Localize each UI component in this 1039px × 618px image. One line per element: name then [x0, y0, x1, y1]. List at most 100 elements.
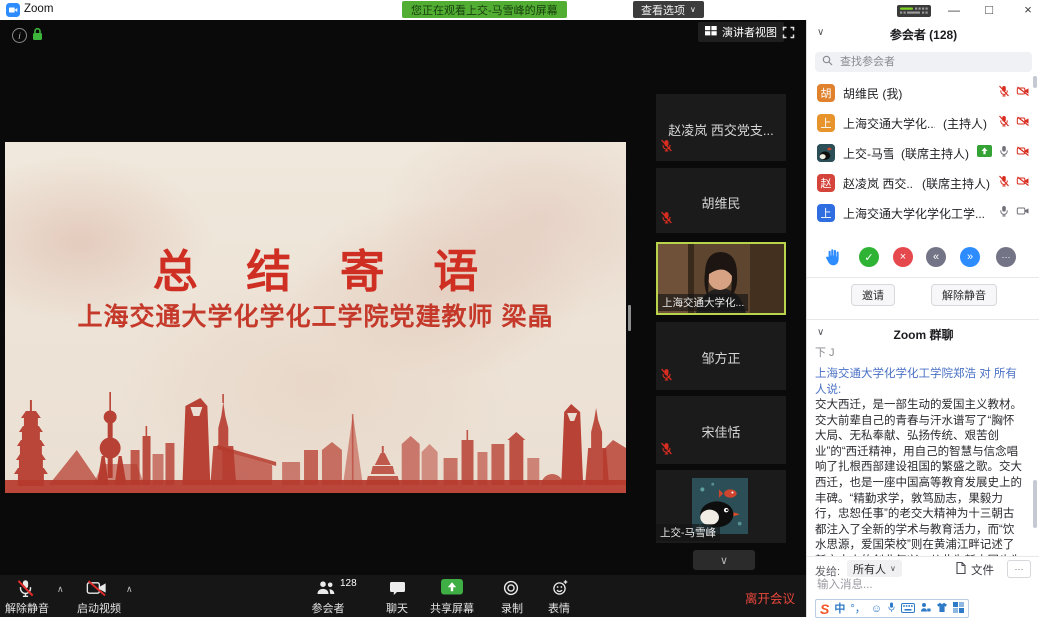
file-button[interactable]: 文件 [971, 562, 994, 578]
ime-punctuation-toggle[interactable]: °， [850, 603, 865, 615]
temple [366, 446, 400, 485]
participant-search[interactable] [815, 52, 1032, 72]
sharing-banner: 您正在观看上交-马雪峰的屏幕 [402, 1, 567, 18]
participant-row[interactable]: 胡 胡维民 (我) [807, 78, 1039, 108]
video-tile[interactable]: 胡维民 [656, 168, 786, 233]
faster-reaction-icon[interactable]: » [960, 247, 980, 267]
meeting-toolbar: 解除静音 ∧ 启动视频 ∧ 128 参会者 聊天 共享屏幕 录制 表情 离开会议 [0, 575, 806, 617]
ime-toolbox-icon[interactable] [920, 600, 931, 618]
ime-keyboard-icon[interactable] [901, 600, 915, 618]
tile-participant-name: 宋佳恬 [656, 422, 786, 441]
chat-message-input[interactable] [815, 578, 1019, 592]
city-skyline-graphic [5, 388, 626, 493]
divider [807, 319, 1039, 320]
ime-mode-toggle[interactable]: 中 [834, 603, 845, 615]
participant-row[interactable]: 上交-马雪... (联席主持人) [807, 138, 1039, 168]
chat-label[interactable]: 聊天 [384, 600, 410, 616]
participant-row[interactable]: 上 上海交通大学化... (主持人) [807, 108, 1039, 138]
grid-view-icon [705, 26, 717, 39]
yes-reaction-icon[interactable]: ✓ [859, 247, 879, 267]
chat-more-button[interactable]: ··· [1007, 560, 1031, 578]
record-icon[interactable] [503, 580, 519, 601]
invite-button[interactable]: 邀请 [851, 284, 895, 306]
reactions-label[interactable]: 表情 [546, 600, 572, 616]
chat-scrollbar[interactable] [1033, 480, 1037, 528]
tile-participant-name: 胡维民 [656, 193, 786, 212]
chevron-down-icon: ∨ [720, 554, 728, 567]
start-video-icon[interactable] [86, 580, 107, 601]
participant-row[interactable]: 赵 赵凌岚 西交... (联席主持人) [807, 168, 1039, 198]
minimize-button[interactable]: — [942, 1, 966, 19]
active-speaker-tile[interactable]: 上海交通大学化... [656, 242, 786, 315]
view-options-label: 查看选项 [641, 2, 685, 18]
video-tile[interactable]: 赵凌岚 西交党支... [656, 94, 786, 161]
chat-message: 交大西迁，是一部生动的爱国主义教材。交大前辈自己的青春与汗水谱写了“胸怀大局、无… [815, 398, 1023, 556]
participants-icon[interactable] [316, 580, 336, 601]
camera-on-icon [1016, 204, 1030, 222]
search-icon [822, 53, 833, 71]
avatar: 上 [817, 204, 835, 222]
record-label[interactable]: 录制 [499, 600, 525, 616]
mic-options-chevron-icon[interactable]: ∧ [57, 584, 64, 595]
slower-reaction-icon[interactable]: « [926, 247, 946, 267]
share-screen-label[interactable]: 共享屏幕 [429, 600, 475, 616]
chevron-down-icon: ∨ [690, 5, 696, 14]
slide-title: 总 结 寄 语 [5, 235, 626, 300]
video-options-chevron-icon[interactable]: ∧ [126, 584, 133, 595]
participant-name: 赵凌岚 西交... [843, 175, 914, 192]
no-reaction-icon[interactable]: × [893, 247, 913, 267]
unmute-all-button[interactable]: 解除静音 [931, 284, 997, 306]
participant-row[interactable]: 上 上海交通大学化学化工学... [807, 198, 1039, 228]
collapse-tiles-button[interactable]: ∨ [693, 550, 755, 570]
panel-resize-handle[interactable] [628, 305, 631, 331]
pagoda [14, 400, 48, 486]
sogou-logo-icon[interactable]: S [820, 602, 829, 616]
ime-voice-icon[interactable] [887, 600, 896, 618]
chat-messages[interactable]: 下 J 上海交通大学化学化工学院郑浩 对 所有人说: 交大西迁，是一部生动的爱国… [815, 344, 1023, 556]
participant-name: 上海交通大学化学化工学... [843, 205, 985, 222]
side-panel: ∨ 参会者 (128) 胡 胡维民 (我) 上 上海交通大学化... (主持人)… [806, 20, 1039, 617]
mic-on-icon [998, 204, 1010, 222]
tile-participant-name: 赵凌岚 西交党支... [656, 120, 786, 139]
send-to-select[interactable]: 所有人 ∨ [847, 560, 902, 577]
video-tile[interactable]: 宋佳恬 [656, 396, 786, 464]
camera-off-icon [1016, 84, 1030, 102]
more-reactions-icon[interactable]: ··· [996, 247, 1016, 267]
window-titlebar: Zoom 您正在观看上交-马雪峰的屏幕 查看选项 ∨ — □ × [0, 0, 1039, 21]
unmute-label[interactable]: 解除静音 [2, 600, 52, 616]
participants-label[interactable]: 参会者 [305, 600, 351, 616]
ime-toolbar[interactable]: S 中 °， ☺ [815, 599, 969, 618]
participants-count-badge: 128 [340, 578, 357, 589]
ime-panel-icon[interactable] [953, 600, 964, 618]
participant-name: 上交-马雪... [843, 145, 893, 162]
share-screen-icon[interactable] [441, 579, 463, 601]
participant-role: (联席主持人) [901, 145, 969, 162]
camera-off-icon [1016, 114, 1030, 132]
mic-muted-icon [660, 211, 673, 229]
maximize-button[interactable]: □ [977, 1, 1001, 19]
view-options-button[interactable]: 查看选项 ∨ [633, 1, 704, 18]
mic-muted-icon [998, 84, 1010, 102]
reactions-icon[interactable] [552, 579, 569, 601]
speaker-view-button[interactable]: 演讲者视图 [698, 22, 784, 42]
search-input[interactable] [838, 55, 1012, 69]
chat-sender[interactable]: 上海交通大学化学化工学院郑浩 对 所有人说: [815, 366, 1023, 398]
start-video-label[interactable]: 启动视频 [74, 600, 124, 616]
ime-emoji-icon[interactable]: ☺ [871, 603, 882, 615]
video-tile[interactable]: 邹方正 [656, 322, 786, 390]
participants-scrollbar[interactable] [1033, 76, 1037, 88]
mic-muted-icon [998, 174, 1010, 192]
chat-icon[interactable] [389, 581, 406, 601]
participants-panel-title: 参会者 (128) [807, 26, 1039, 43]
ime-skin-icon[interactable] [936, 600, 948, 618]
mic-on-icon [998, 144, 1010, 162]
speaker-view-label: 演讲者视图 [722, 24, 777, 40]
video-tile[interactable]: 上交-马雪峰 [656, 470, 786, 543]
encryption-lock-icon [32, 27, 43, 46]
avatar [817, 144, 835, 162]
raise-hand-icon[interactable] [824, 247, 841, 271]
leave-meeting-button[interactable]: 离开会议 [745, 588, 795, 607]
meeting-info-icon[interactable]: i [12, 28, 27, 43]
close-button[interactable]: × [1016, 1, 1039, 19]
fullscreen-icon[interactable] [782, 26, 795, 44]
